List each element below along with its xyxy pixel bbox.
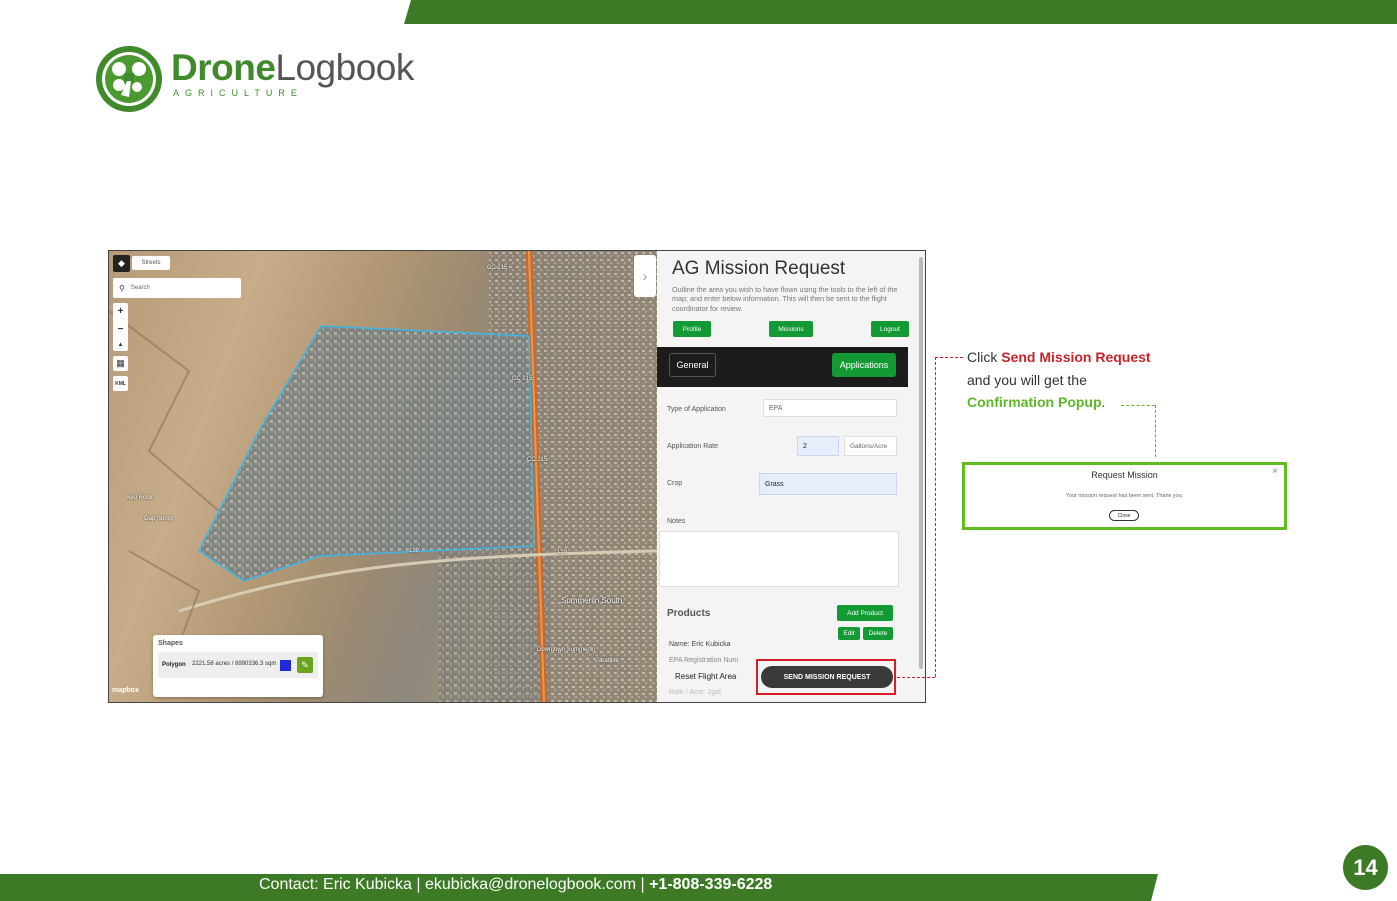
connector-line	[935, 357, 963, 358]
products-title: Products	[667, 608, 711, 619]
close-icon[interactable]: ×	[1272, 466, 1278, 477]
crop-field[interactable]: Grass	[759, 473, 897, 495]
highway-label: 159	[557, 549, 568, 555]
road-label: CC 215	[487, 265, 508, 271]
connector-line	[1155, 405, 1156, 457]
tab-general[interactable]: General	[669, 353, 716, 377]
shape-row[interactable]: Polygon 2221.58 acres / 8990336.3 sqm ✎	[158, 652, 318, 678]
page-number: 14	[1343, 845, 1388, 890]
add-product-button[interactable]: Add Product	[837, 605, 893, 621]
brand-name: DroneLogbook	[171, 46, 414, 88]
search-icon: ⚲	[119, 283, 125, 293]
zoom-in-button[interactable]: +	[118, 306, 124, 317]
satellite-map[interactable]: ◆ Streets ⚲ Search + − ▲ ▦ KML CC 215 CC…	[109, 251, 657, 702]
crop-label: Crop	[667, 480, 683, 487]
connector-line	[897, 677, 935, 678]
type-of-application-field[interactable]: EPA	[763, 399, 897, 417]
product-name: Name: Eric Kubicka	[669, 641, 731, 648]
road-label: CC 215	[527, 457, 548, 463]
connector-line	[935, 357, 936, 677]
missions-button[interactable]: Missions	[769, 321, 813, 337]
compass-icon[interactable]: ▲	[118, 342, 124, 348]
zoom-out-button[interactable]: −	[118, 324, 124, 335]
streets-layer-button[interactable]: Streets	[132, 256, 170, 270]
tab-bar: General Applications	[657, 347, 908, 387]
shape-area: 2221.58 acres / 8990336.3 sqm	[192, 661, 277, 668]
footer-contact: Contact: Eric Kubicka | ekubicka@dronelo…	[259, 876, 773, 893]
reset-flight-area-link[interactable]: Reset Flight Area	[675, 672, 737, 681]
shapes-title: Shapes	[158, 640, 183, 647]
panel-description: Outline the area you wish to have flown …	[672, 285, 898, 313]
shape-color-swatch[interactable]	[280, 659, 291, 671]
zoom-controls: + − ▲	[113, 303, 128, 351]
app-screenshot: ◆ Streets ⚲ Search + − ▲ ▦ KML CC 215 CC…	[108, 250, 926, 703]
kml-button[interactable]: KML	[113, 376, 128, 391]
send-button-highlight	[756, 659, 896, 695]
panel-scrollbar[interactable]	[919, 257, 923, 669]
profile-button[interactable]: Profile	[673, 321, 711, 337]
mission-request-panel: AG Mission Request Outline the area you …	[657, 251, 925, 702]
pencil-icon[interactable]: ✎	[297, 657, 313, 673]
panel-title: AG Mission Request	[672, 258, 846, 279]
top-accent-band	[404, 0, 1397, 24]
callout-action: Send Mission Request	[1001, 349, 1151, 365]
chevron-right-icon[interactable]: ›	[634, 255, 656, 297]
mapbox-attribution[interactable]: mapbox	[112, 687, 139, 694]
notes-label: Notes	[667, 518, 686, 525]
delete-product-button[interactable]: Delete	[863, 627, 893, 640]
notes-textarea[interactable]	[659, 531, 899, 587]
confirmation-popup: Request Mission × Your mission request h…	[962, 462, 1287, 530]
layers-icon[interactable]: ◆	[113, 255, 130, 272]
shapes-panel: Shapes Polygon 2221.58 acres / 8990336.3…	[153, 635, 323, 697]
search-placeholder: Search	[130, 285, 150, 291]
popup-title: Request Mission	[1091, 470, 1158, 480]
place-label: Paradise	[595, 658, 619, 664]
place-label: Gap Sump	[144, 516, 173, 522]
drone-logo-icon	[96, 46, 162, 112]
popup-message: Your mission request has been sent. Than…	[1065, 493, 1184, 499]
map-search-input[interactable]: ⚲ Search	[113, 278, 241, 298]
place-label: Summerlin South	[561, 596, 623, 605]
type-of-application-label: Type of Application	[667, 406, 726, 413]
callout-result: Confirmation Popup	[967, 394, 1102, 410]
brand-subtitle: AGRICULTURE	[173, 87, 303, 98]
place-label: Downtown Summerlin	[537, 647, 596, 653]
logout-button[interactable]: Logout	[871, 321, 909, 337]
rate-unit-field[interactable]: Gallons/Acre	[844, 436, 897, 456]
product-rate: Rate / Acre: 2gal	[669, 689, 721, 696]
instruction-callout: Click Send Mission Request and you will …	[967, 349, 1151, 410]
tab-applications[interactable]: Applications	[832, 353, 896, 377]
highway-label: 159	[409, 548, 420, 554]
place-label: Red Rock	[126, 495, 153, 501]
popup-close-button[interactable]: Close	[1109, 510, 1139, 521]
product-epa: EPA Registration Num	[669, 657, 739, 664]
footer-phone: +1-808-339-6228	[649, 876, 773, 893]
brand-logo: DroneLogbook AGRICULTURE	[95, 45, 414, 113]
shape-type: Polygon	[162, 662, 186, 668]
application-rate-label: Application Rate	[667, 443, 718, 450]
trash-icon[interactable]: ▦	[113, 356, 128, 371]
road-label: CC 215	[512, 376, 533, 382]
edit-product-button[interactable]: Edit	[838, 627, 860, 640]
application-rate-field[interactable]: 2	[797, 436, 839, 456]
